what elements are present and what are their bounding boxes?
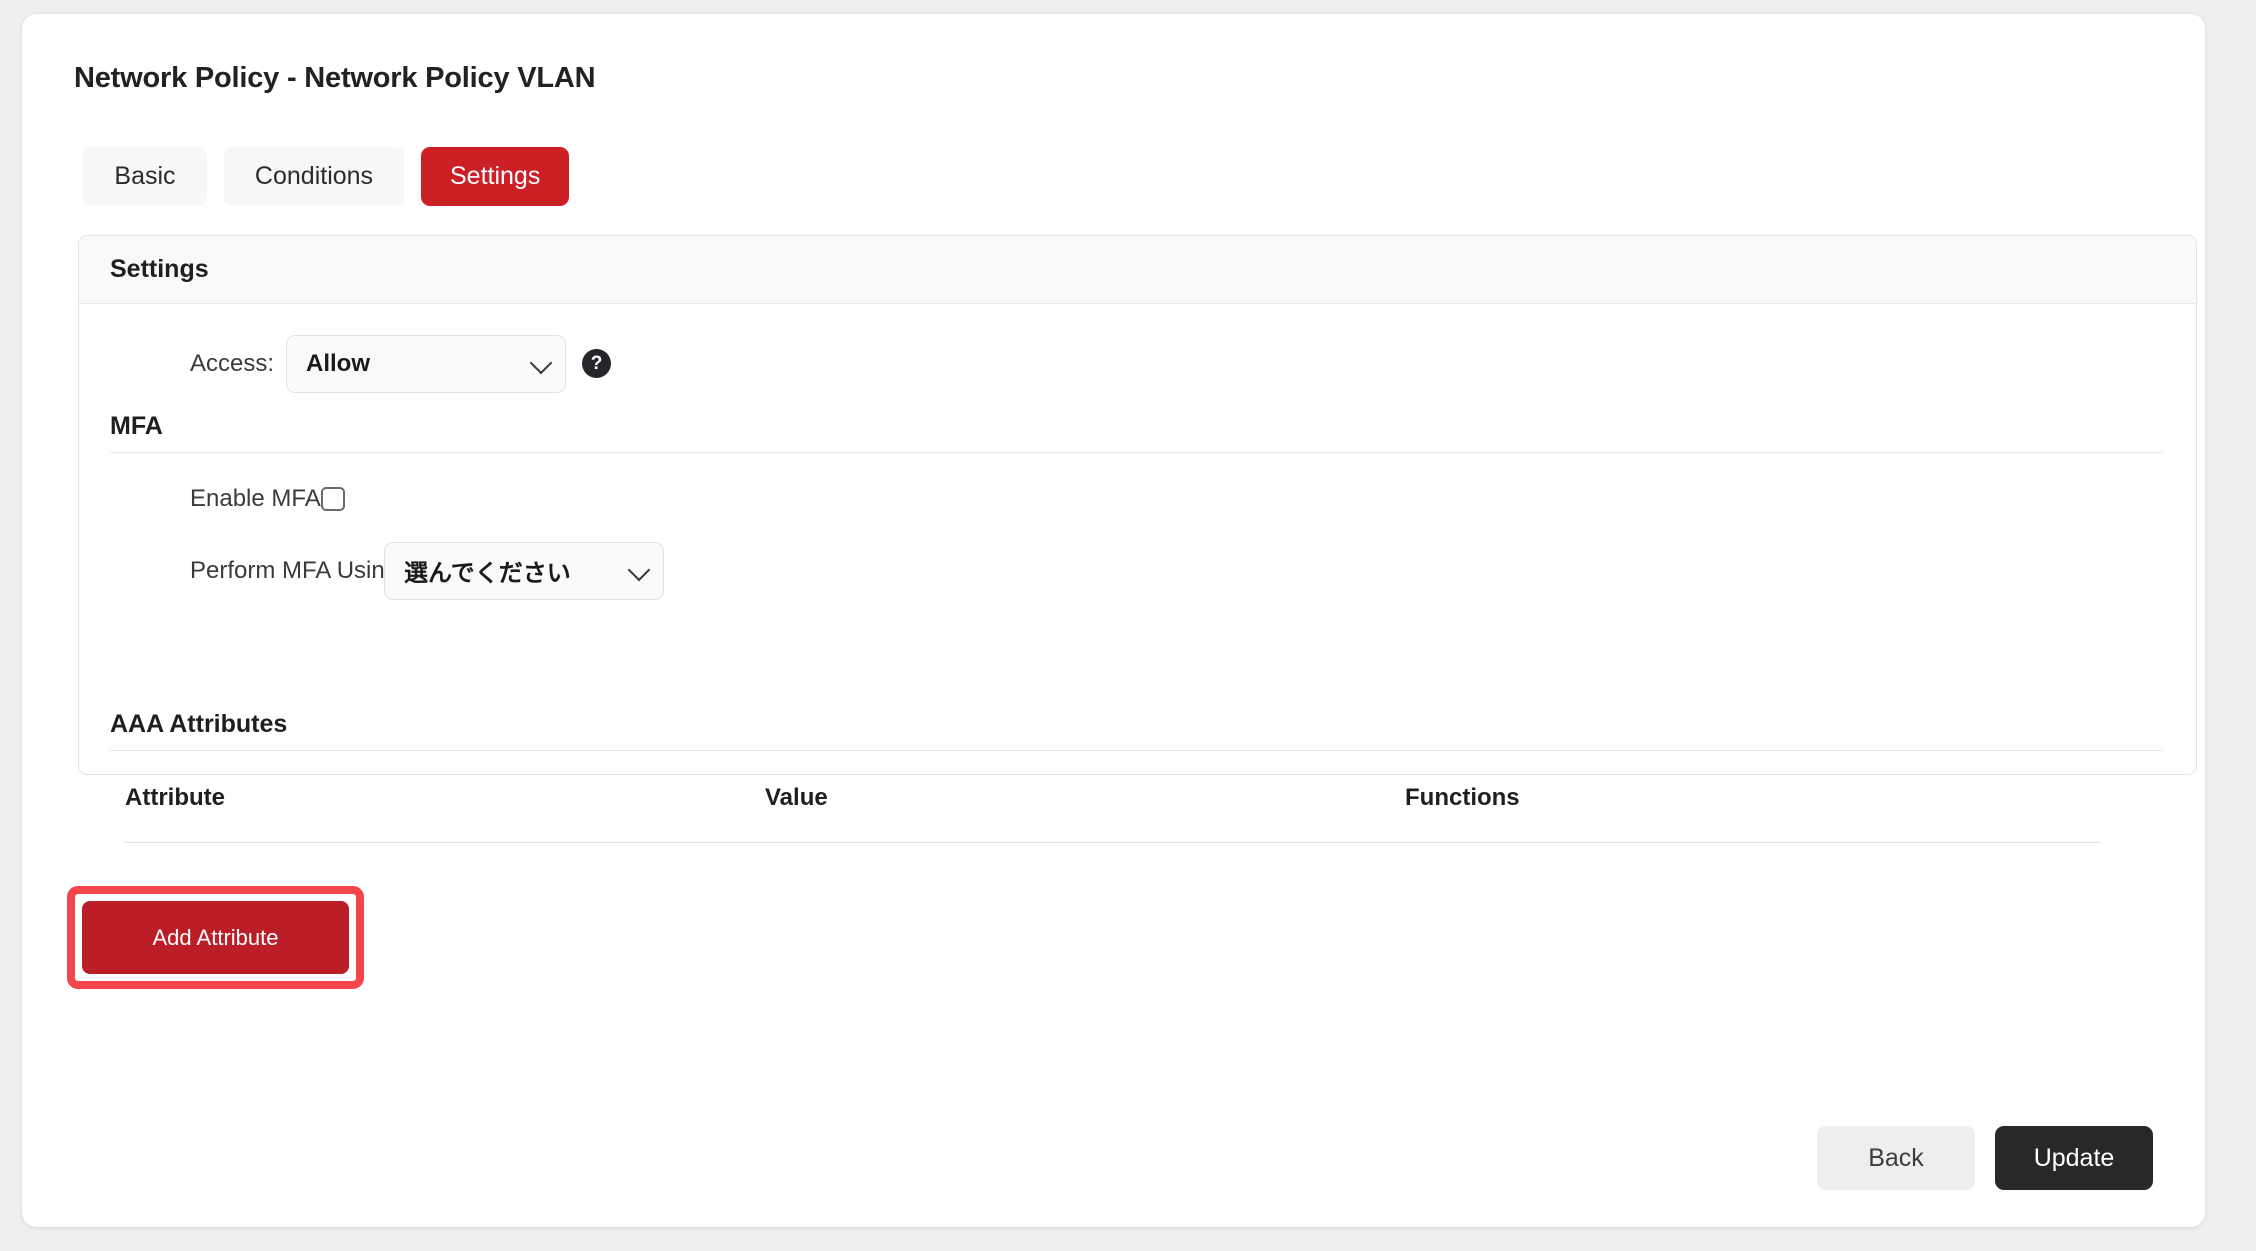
enable-mfa-checkbox[interactable] xyxy=(321,486,345,511)
settings-panel-title: Settings xyxy=(110,255,209,283)
column-header-attribute: Attribute xyxy=(125,784,765,843)
enable-mfa-label: Enable MFA xyxy=(190,484,321,512)
access-label: Access: xyxy=(190,349,275,377)
access-row: Access: Allow ? xyxy=(110,332,810,395)
aaa-section-divider xyxy=(110,750,2163,751)
perform-mfa-select[interactable]: 選んでください xyxy=(384,541,664,600)
add-attribute-button[interactable]: Add Attribute xyxy=(82,901,349,974)
help-icon[interactable]: ? xyxy=(582,349,611,378)
mfa-section-title: MFA xyxy=(110,412,163,440)
access-select-value: Allow xyxy=(306,349,370,377)
footer-actions: Back Update xyxy=(1817,1126,2153,1190)
main-card: Network Policy - Network Policy VLAN Bas… xyxy=(22,14,2205,1227)
perform-mfa-label: Perform MFA Using: xyxy=(190,556,405,584)
aaa-table-header-row: Attribute Value Functions xyxy=(125,784,2101,843)
enable-mfa-row: Enable MFA xyxy=(110,467,810,530)
mfa-section-divider xyxy=(110,452,2163,453)
update-button[interactable]: Update xyxy=(1995,1126,2153,1190)
tab-conditions[interactable]: Conditions xyxy=(224,147,404,206)
aaa-attributes-table: Attribute Value Functions xyxy=(125,784,2101,843)
perform-mfa-select-value: 選んでください xyxy=(404,560,571,587)
tab-bar: Basic Conditions Settings xyxy=(83,147,570,206)
back-button[interactable]: Back xyxy=(1817,1126,1975,1190)
tab-settings[interactable]: Settings xyxy=(421,147,570,206)
settings-panel: Settings Access: Allow ? MFA Enable MFA xyxy=(67,235,2197,989)
settings-panel-header: Settings xyxy=(79,236,2196,304)
add-attribute-highlight: Add Attribute xyxy=(67,886,364,989)
chevron-down-icon xyxy=(627,558,651,581)
aaa-section-title: AAA Attributes xyxy=(110,710,288,738)
perform-mfa-row: Perform MFA Using: 選んでください xyxy=(110,539,910,602)
column-header-value: Value xyxy=(765,784,1405,843)
chevron-down-icon xyxy=(529,351,553,374)
app-page: Network Policy - Network Policy VLAN Bas… xyxy=(0,0,2256,1251)
tab-basic[interactable]: Basic xyxy=(83,147,207,206)
access-select[interactable]: Allow xyxy=(286,334,566,393)
page-title: Network Policy - Network Policy VLAN xyxy=(74,62,596,94)
aaa-table-head: Attribute Value Functions xyxy=(125,784,2101,843)
column-header-functions: Functions xyxy=(1405,784,2101,843)
